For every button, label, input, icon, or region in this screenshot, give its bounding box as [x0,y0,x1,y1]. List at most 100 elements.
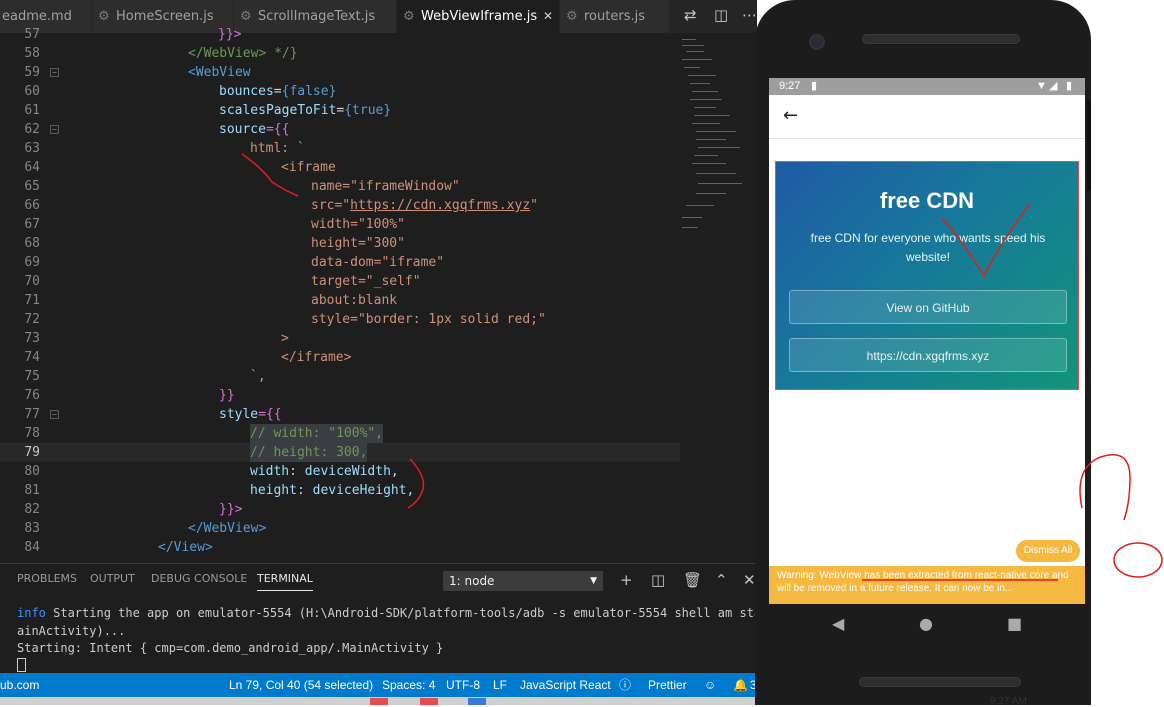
line-number: 82 [24,502,40,517]
fold-icon[interactable]: − [50,68,59,77]
line-number: 77 [24,407,40,422]
tab-debug-console[interactable]: DEBUG CONSOLE [151,572,247,585]
android-emulator: 9:27 ▮ ▼ ◢ ▮ ← free CDN free CDN for eve… [755,0,1091,705]
line-number: 75 [24,369,40,384]
line-number: 76 [24,388,40,403]
code-key: height: [250,483,305,498]
camera-icon [809,34,825,50]
line-number: 61 [24,103,40,118]
battery-icon: ▮ [1066,80,1073,92]
line-number: 59 [24,65,40,80]
code-line: bounces={false} [219,84,337,99]
terminal-line: ainActivity)... [17,624,126,638]
line-number: 67 [24,217,40,232]
split-editor-icon[interactable]: ◫ [714,6,728,24]
code-line: about:blank [311,293,398,308]
code-line: height: deviceHeight, [250,481,414,500]
trash-icon[interactable]: 🗑 [683,571,702,589]
status-left[interactable]: ub.com [0,673,39,697]
line-number: 66 [24,198,40,213]
line-number: 72 [24,312,40,327]
back-arrow-icon[interactable]: ← [783,105,798,126]
code-line: > [281,331,289,346]
cursor-position[interactable]: Ln 79, Col 40 (54 selected) [229,673,373,697]
code-value: {true} [344,103,392,118]
code-line: </View> [158,540,213,555]
more-actions-icon[interactable]: ⋯ [742,6,757,24]
code-line: </WebView> [188,521,267,536]
sd-card-icon: ▮ [811,80,818,92]
cdn-description: free CDN for everyone who wants speed hi… [810,231,1046,264]
terminal-select-value: 1: node [449,574,495,588]
line-number: 71 [24,293,40,308]
bell-icon[interactable]: 🔔 [733,673,748,697]
tab-label: HomeScreen.js [116,9,214,24]
terminal-prefix: info [17,606,46,620]
code-line: </iframe> [281,350,352,365]
nav-back-icon[interactable]: ◀ [832,614,844,633]
fold-icon[interactable]: − [50,125,59,134]
code-line: height="300" [311,236,405,251]
status-bar: ub.com Ln 79, Col 40 (54 selected) Space… [0,673,757,697]
tab-label: routers.js [584,9,645,24]
terminal-line: info Starting the app on emulator-5554 (… [17,606,757,620]
code-line: target="_self" [311,274,421,289]
close-panel-icon[interactable]: ✕ [743,571,756,589]
split-terminal-icon[interactable]: ◫ [651,571,665,589]
chevron-up-icon[interactable]: ⌃ [715,571,728,589]
code-value: ={{ [265,122,290,137]
vscode-window: eadme.md ⚙ HomeScreen.js ⚙ ScrollImageText… [0,0,757,705]
line-number: 83 [24,521,40,536]
dismiss-all-button[interactable]: Dismiss All [1016,540,1080,562]
webview-iframe[interactable]: free CDN free CDN for everyone who wants… [775,161,1079,390]
terminal-text: Starting the app on emulator-5554 (H:\An… [45,606,757,620]
info-icon[interactable]: ⓘ [619,673,631,697]
feedback-icon[interactable]: ☺ [704,673,716,697]
code-line-selected: // height: 300, [250,443,368,462]
android-nav-bar: ◀ ● ■ [755,604,1091,644]
view-on-github-button[interactable]: View on GitHub [789,290,1067,324]
code-link[interactable]: https://cdn.xgqfrms.xyz [350,198,530,213]
tab-label: WebViewIframe.js [421,9,538,24]
line-ending[interactable]: LF [493,673,507,697]
line-number: 69 [24,255,40,270]
encoding[interactable]: UTF-8 [446,673,480,697]
warning-banner[interactable]: Warning: WebView has been extracted from… [769,566,1085,604]
indentation[interactable]: Spaces: 4 [382,673,435,697]
fold-icon[interactable]: − [50,410,59,419]
code-line: </WebView> */} [188,46,298,61]
tab-output[interactable]: OUTPUT [90,572,135,585]
tab-terminal[interactable]: TERMINAL [257,572,313,591]
code-line: }}> [219,502,243,517]
code-key: width: [250,464,297,479]
tab-problems[interactable]: PROBLEMS [17,572,77,585]
code-value: deviceWidth, [304,464,399,479]
code-line-selected: // width: "100%", [250,424,384,443]
compare-changes-icon[interactable]: ⇄ [684,6,697,24]
code-line: width="100%" [311,217,405,232]
desktop-background [1091,0,1164,705]
minimap[interactable] [676,33,746,233]
line-number: 62 [24,122,40,137]
code-value: deviceHeight, [312,483,415,498]
system-clock: 9:27 AM [990,696,1027,707]
prettier-status[interactable]: Prettier [648,673,687,697]
nav-recents-icon[interactable]: ■ [1007,614,1022,633]
nav-home-icon[interactable]: ● [919,614,933,633]
code-line: style={{ [219,405,282,424]
add-terminal-icon[interactable]: + [620,571,633,589]
cdn-url-button[interactable]: https://cdn.xgqfrms.xyz [789,338,1067,372]
code-text: src=" [311,198,351,213]
code-line: }} [219,388,235,403]
line-number: 57 [24,27,40,42]
terminal-select[interactable]: 1: node ▼ [443,571,603,591]
language-mode[interactable]: JavaScript React [520,673,611,697]
line-number: 65 [24,179,40,194]
chevron-down-icon: ▼ [590,576,597,586]
code-line: name="iframeWindow" [311,179,460,194]
code-line: }}> [218,27,242,42]
app-bar: ← [769,95,1085,139]
code-line: `, [250,369,266,384]
cdn-title: free CDN [879,188,975,213]
code-editor[interactable]: 57}}> 58 </WebView> */} 59− <WebView 60 bou… [0,27,757,563]
